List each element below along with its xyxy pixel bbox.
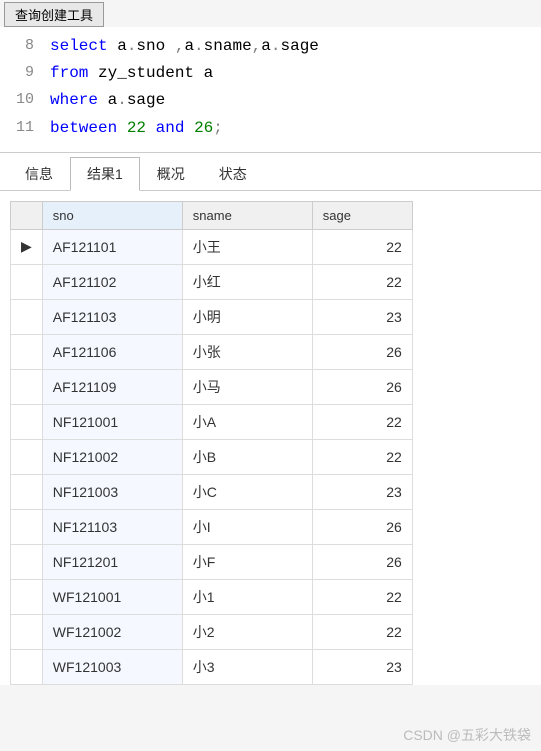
row-indicator [11,544,43,579]
cell-sname[interactable]: 小王 [182,229,312,264]
cell-sname[interactable]: 小3 [182,649,312,684]
cell-sname[interactable]: 小C [182,474,312,509]
result-grid-wrap: sno sname sage ▶AF121101小王22AF121102小红22… [0,191,541,685]
row-indicator-header [11,201,43,229]
row-indicator [11,334,43,369]
cell-sage[interactable]: 26 [312,509,412,544]
column-header-sname[interactable]: sname [182,201,312,229]
editor-line[interactable]: 8select a.sno ,a.sname,a.sage [0,33,541,60]
row-indicator [11,509,43,544]
cell-sno[interactable]: AF121106 [42,334,182,369]
cell-sname[interactable]: 小红 [182,264,312,299]
table-row[interactable]: NF121201小F26 [11,544,413,579]
row-indicator [11,474,43,509]
line-number: 8 [0,33,50,60]
row-indicator: ▶ [11,229,43,264]
cell-sage[interactable]: 23 [312,474,412,509]
cell-sno[interactable]: AF121102 [42,264,182,299]
cell-sno[interactable]: NF121103 [42,509,182,544]
cell-sno[interactable]: WF121003 [42,649,182,684]
line-number: 10 [0,87,50,114]
tab-概况[interactable]: 概况 [140,157,202,190]
table-row[interactable]: WF121002小222 [11,614,413,649]
editor-line[interactable]: 11between 22 and 26; [0,115,541,142]
top-tab[interactable]: 查询创建工具 [4,2,104,27]
watermark: CSDN @五彩大铁袋 [403,725,531,745]
column-header-sno[interactable]: sno [42,201,182,229]
row-indicator [11,404,43,439]
cell-sname[interactable]: 小2 [182,614,312,649]
cell-sage[interactable]: 22 [312,439,412,474]
cell-sname[interactable]: 小I [182,509,312,544]
tab-状态[interactable]: 状态 [202,157,264,190]
cell-sname[interactable]: 小F [182,544,312,579]
cell-sno[interactable]: NF121001 [42,404,182,439]
code-content[interactable]: between 22 and 26; [50,115,541,142]
cell-sno[interactable]: NF121002 [42,439,182,474]
cell-sage[interactable]: 22 [312,579,412,614]
table-row[interactable]: AF121106小张26 [11,334,413,369]
cell-sname[interactable]: 小A [182,404,312,439]
cell-sno[interactable]: NF121201 [42,544,182,579]
row-indicator [11,614,43,649]
cell-sno[interactable]: AF121101 [42,229,182,264]
line-number: 11 [0,115,50,142]
cell-sage[interactable]: 26 [312,369,412,404]
code-content[interactable]: from zy_student a [50,60,541,87]
cell-sno[interactable]: WF121001 [42,579,182,614]
cell-sno[interactable]: AF121103 [42,299,182,334]
row-indicator [11,264,43,299]
row-indicator [11,369,43,404]
table-row[interactable]: WF121001小122 [11,579,413,614]
code-content[interactable]: select a.sno ,a.sname,a.sage [50,33,541,60]
cell-sname[interactable]: 小明 [182,299,312,334]
cell-sage[interactable]: 23 [312,299,412,334]
row-indicator [11,299,43,334]
cell-sname[interactable]: 小马 [182,369,312,404]
cell-sage[interactable]: 22 [312,404,412,439]
column-header-sage[interactable]: sage [312,201,412,229]
table-row[interactable]: ▶AF121101小王22 [11,229,413,264]
cell-sage[interactable]: 26 [312,544,412,579]
cell-sage[interactable]: 23 [312,649,412,684]
table-row[interactable]: WF121003小323 [11,649,413,684]
table-row[interactable]: NF121003小C23 [11,474,413,509]
result-tabs: 信息结果1概况状态 [0,152,541,191]
sql-editor[interactable]: 8select a.sno ,a.sname,a.sage9from zy_st… [0,27,541,152]
result-grid[interactable]: sno sname sage ▶AF121101小王22AF121102小红22… [10,201,413,685]
cell-sno[interactable]: WF121002 [42,614,182,649]
tab-信息[interactable]: 信息 [8,157,70,190]
row-indicator [11,439,43,474]
editor-line[interactable]: 9from zy_student a [0,60,541,87]
cell-sage[interactable]: 22 [312,229,412,264]
table-row[interactable]: AF121102小红22 [11,264,413,299]
cell-sage[interactable]: 22 [312,614,412,649]
cell-sname[interactable]: 小张 [182,334,312,369]
table-row[interactable]: NF121001小A22 [11,404,413,439]
editor-line[interactable]: 10where a.sage [0,87,541,114]
code-content[interactable]: where a.sage [50,87,541,114]
cell-sname[interactable]: 小B [182,439,312,474]
line-number: 9 [0,60,50,87]
table-row[interactable]: AF121109小马26 [11,369,413,404]
cell-sage[interactable]: 22 [312,264,412,299]
row-indicator [11,579,43,614]
cell-sage[interactable]: 26 [312,334,412,369]
cell-sno[interactable]: AF121109 [42,369,182,404]
cell-sname[interactable]: 小1 [182,579,312,614]
tab-结果1[interactable]: 结果1 [70,157,140,191]
table-row[interactable]: NF121103小I26 [11,509,413,544]
table-row[interactable]: AF121103小明23 [11,299,413,334]
cell-sno[interactable]: NF121003 [42,474,182,509]
row-indicator [11,649,43,684]
table-row[interactable]: NF121002小B22 [11,439,413,474]
